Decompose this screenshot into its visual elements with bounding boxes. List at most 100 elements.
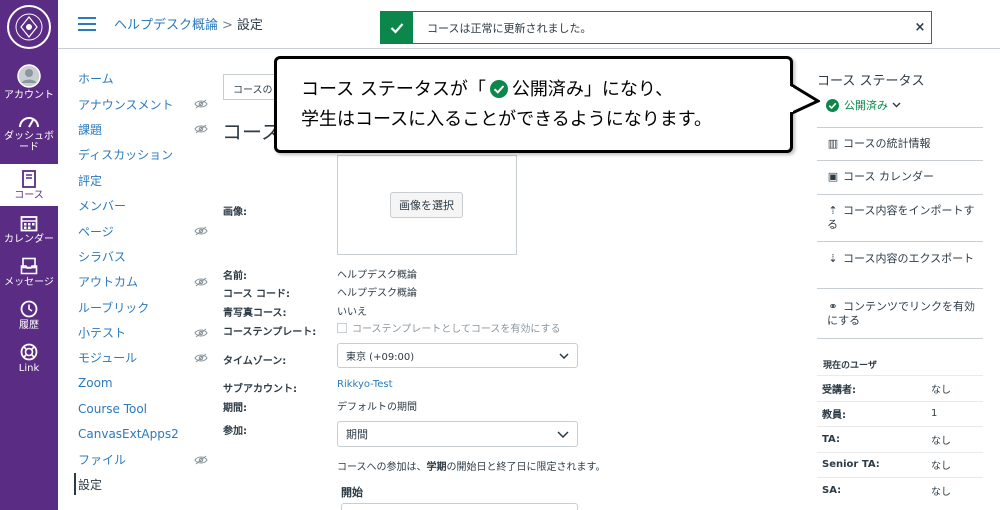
chevron-down-icon	[557, 430, 569, 438]
course-nav-item-label: ページ	[78, 224, 114, 239]
hidden-eye-icon	[194, 328, 208, 338]
course-nav-item-label: シラバス	[78, 249, 126, 264]
chevron-down-icon	[559, 352, 569, 359]
course-nav-item[interactable]: 評定	[78, 168, 208, 193]
avatar-icon	[17, 64, 41, 88]
calendar-icon	[20, 216, 38, 232]
subaccount-link[interactable]: Rikkyo-Test	[337, 379, 393, 390]
course-nav-item-label: アウトカム	[78, 275, 139, 290]
menu-toggle-button[interactable]	[78, 17, 96, 31]
course-nav-item[interactable]: シラバス	[78, 244, 208, 269]
course-nav-item[interactable]: Course Tool	[78, 396, 208, 421]
course-nav-item-label: モジュール	[78, 351, 138, 366]
breadcrumb-course[interactable]: ヘルプデスク概論	[114, 18, 218, 33]
gnav-inbox-label: メッセージ	[4, 277, 54, 288]
choose-image-button[interactable]: 画像を選択	[390, 192, 463, 218]
course-nav: ホームアナウンスメント課題ディスカッション 評定メンバーページシラバスアウトカムル…	[78, 66, 208, 498]
user-count-row: Senior TA: なし	[817, 451, 983, 477]
blueprint-label: 青写真コース:	[223, 308, 287, 319]
gnav-calendar-label: カレンダー	[4, 234, 54, 245]
gnav-calendar[interactable]: カレンダー	[0, 214, 58, 245]
dashboard-icon	[19, 117, 39, 128]
chevron-down-icon	[892, 102, 901, 108]
course-statistics-button[interactable]: ▥ コースの統計情報	[817, 137, 983, 151]
course-nav-item[interactable]: 設定	[78, 472, 208, 497]
course-nav-item[interactable]: アウトカム	[78, 269, 208, 294]
gnav-inbox[interactable]: メッセージ	[0, 257, 58, 288]
user-role-count: なし	[931, 486, 951, 498]
course-code-value[interactable]: ヘルプデスク概論	[337, 284, 417, 299]
annotation-callout: コース ステータスが「 公開済み」になり、 学生はコースに入ることができるようにな…	[274, 56, 793, 153]
hidden-eye-icon	[194, 125, 208, 134]
clock-icon	[20, 300, 38, 318]
course-nav-item[interactable]: ホーム	[78, 66, 208, 91]
participation-select[interactable]: 期間	[337, 421, 578, 447]
course-status-value: 公開済み	[844, 99, 888, 112]
page-title: コース	[222, 120, 274, 144]
start-date-input[interactable]	[341, 503, 578, 510]
user-role-count: なし	[931, 461, 951, 472]
course-nav-item[interactable]: Zoom	[78, 371, 208, 396]
current-users-title: 現在のユーザ	[823, 361, 877, 371]
subaccount-label: サブアカウント:	[223, 384, 297, 395]
link-validator-button[interactable]: ⚭ コンテンツでリンクを有効にする	[817, 300, 983, 328]
course-nav-item-label: Zoom	[78, 376, 113, 391]
user-role-label: SA:	[822, 484, 842, 496]
name-label: 名前:	[223, 271, 247, 282]
course-nav-item-label: 課題	[78, 122, 103, 137]
hidden-eye-icon	[194, 226, 208, 236]
course-nav-item-label: ホーム	[78, 72, 114, 87]
course-nav-item[interactable]: 課題	[78, 117, 208, 142]
gnav-courses-label: コース	[14, 190, 44, 201]
book-icon	[22, 170, 36, 188]
gnav-history[interactable]: 履歴	[0, 300, 58, 331]
course-nav-item[interactable]: アナウンスメント	[78, 91, 208, 116]
course-code-label: コース コード:	[223, 289, 290, 300]
user-count-row: 受講者: なし	[817, 375, 983, 400]
template-checkbox[interactable]: コーステンプレートとしてコースを有効にする	[337, 320, 561, 335]
hidden-eye-icon	[194, 455, 208, 464]
course-nav-item[interactable]: ディスカッション	[78, 142, 208, 167]
course-nav-item[interactable]: ファイル	[78, 447, 208, 472]
university-logo[interactable]	[6, 4, 52, 50]
user-role-label: TA:	[822, 433, 840, 445]
callout-pointer	[790, 84, 820, 116]
gnav-link[interactable]: Link	[0, 343, 58, 374]
hidden-eye-icon	[194, 353, 208, 363]
image-label: 画像:	[223, 207, 247, 218]
term-value: デフォルトの期間	[337, 402, 417, 413]
course-nav-item-label: ルーブリック	[78, 300, 150, 315]
course-nav-item[interactable]: ページ	[78, 218, 208, 243]
lifebuoy-icon	[20, 343, 38, 361]
course-calendar-button[interactable]: ▣ コース カレンダー	[817, 170, 983, 184]
course-nav-item[interactable]: モジュール	[78, 345, 208, 370]
course-nav-item-label: Course Tool	[78, 401, 148, 416]
user-role-count: なし	[931, 384, 951, 396]
course-nav-item-label: 設定	[78, 478, 103, 493]
blueprint-value: いいえ	[337, 307, 367, 318]
toast-close-button[interactable]: ×	[909, 20, 931, 35]
course-nav-active-indicator	[74, 473, 76, 495]
breadcrumb: ヘルプデスク概論 > 設定	[114, 14, 263, 33]
course-nav-item[interactable]: CanvasExtApps2	[78, 421, 208, 446]
course-nav-item-label: 小テスト	[78, 326, 127, 341]
course-nav-item[interactable]: 小テスト	[78, 320, 208, 345]
course-name-value[interactable]: ヘルプデスク概論	[337, 266, 417, 281]
import-content-button[interactable]: ⇡ コース内容をインポートする	[817, 204, 983, 232]
global-nav: アカウント ダッシュボード コース カレンダー メッセージ 履歴 Link	[0, 0, 58, 510]
breadcrumb-current: 設定	[236, 18, 263, 33]
user-role-label: 教員:	[822, 410, 846, 421]
export-content-button[interactable]: ⇣ コース内容のエクスポート	[817, 252, 983, 266]
course-status-menu[interactable]: 公開済み	[826, 97, 901, 113]
gnav-dashboard[interactable]: ダッシュボード	[0, 113, 58, 153]
user-count-row: SA: なし	[817, 477, 983, 502]
published-check-icon	[489, 80, 508, 98]
upload-icon: ⇡	[828, 204, 838, 217]
course-nav-item-label: メンバー	[78, 199, 127, 214]
timezone-selected: 東京 (+09:00)	[346, 352, 415, 363]
gnav-account[interactable]: アカウント	[0, 64, 58, 101]
gnav-courses[interactable]: コース	[0, 164, 58, 206]
course-nav-item[interactable]: メンバー	[78, 193, 208, 218]
course-nav-item[interactable]: ルーブリック	[78, 295, 208, 320]
timezone-select[interactable]: 東京 (+09:00)	[337, 343, 578, 368]
